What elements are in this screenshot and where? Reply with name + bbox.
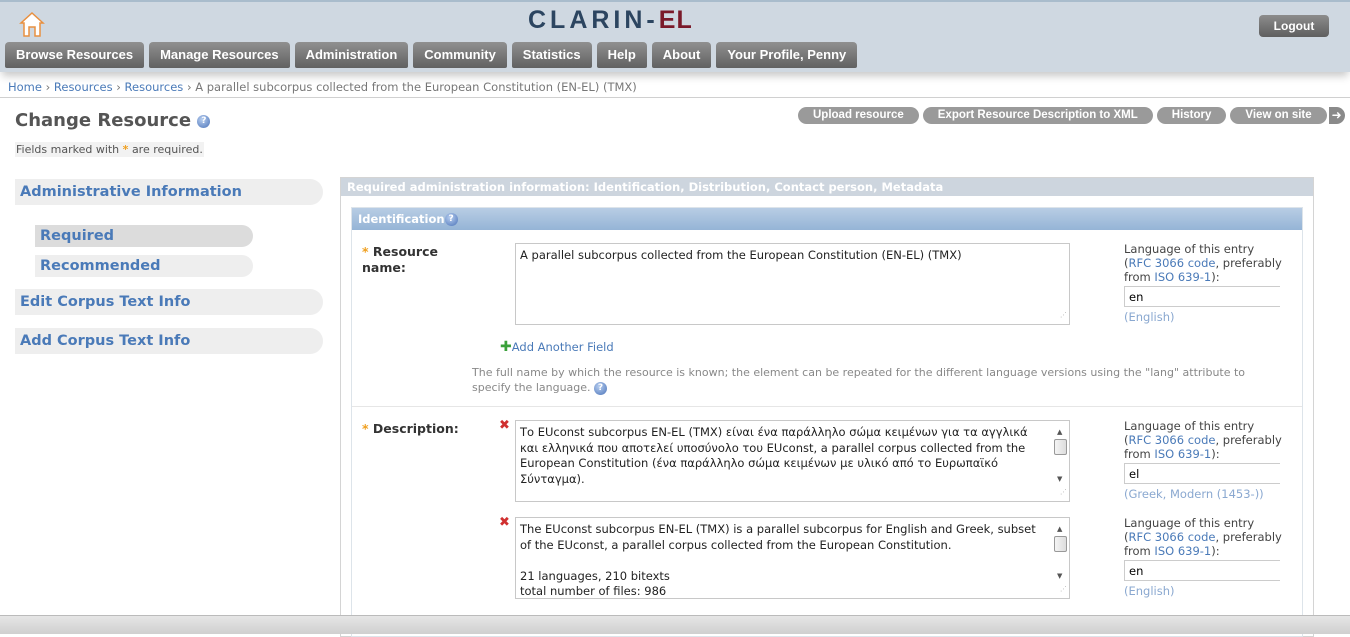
breadcrumb-home[interactable]: Home [8,80,42,94]
export-xml-button[interactable]: Export Resource Description to XML [922,107,1153,124]
add-another-field-link[interactable]: ✚Add Another Field [500,339,614,355]
plus-icon: ✚ [500,339,512,355]
taskbar [0,615,1350,634]
view-on-site-button[interactable]: View on site [1230,107,1327,124]
language-input[interactable] [1124,286,1280,307]
breadcrumb-separator: › [186,80,192,94]
nav-administration[interactable]: Administration [294,42,409,68]
nav-about[interactable]: About [651,42,712,68]
nav-profile[interactable]: Your Profile, Penny [716,42,858,68]
rfc-3066-link[interactable]: RFC 3066 code [1129,530,1216,544]
sidebar-item-add-corpus-text-info[interactable]: Add Corpus Text Info [15,328,323,354]
nav-community[interactable]: Community [413,42,507,68]
breadcrumb-resources[interactable]: Resources [54,80,113,94]
iso-639-1-link[interactable]: ISO 639-1 [1154,447,1211,461]
remove-icon[interactable]: ✖ [499,418,510,433]
language-field: Language of this entry (RFC 3066 code, p… [1124,419,1284,501]
iso-639-1-link[interactable]: ISO 639-1 [1154,544,1211,558]
language-field: Language of this entry (RFC 3066 code, p… [1124,516,1284,598]
breadcrumb-current: A parallel subcorpus collected from the … [195,80,637,94]
home-icon[interactable] [19,11,45,37]
upload-resource-button[interactable]: Upload resource [798,107,919,124]
history-button[interactable]: History [1156,107,1227,124]
main-nav: Browse Resources Manage Resources Admini… [5,42,858,68]
breadcrumb-separator: › [116,80,121,94]
nav-manage-resources[interactable]: Manage Resources [149,42,290,68]
description-textarea-el[interactable]: Το EUconst subcorpus EN-EL (TMX) είναι έ… [515,420,1070,502]
resource-name-textarea[interactable]: A parallel subcorpus collected from the … [515,243,1070,325]
divider [0,97,1350,98]
fieldset-header: Required administration information: Ide… [341,178,1313,196]
breadcrumb: Home › Resources › Resources › A paralle… [8,80,637,94]
sidebar-item-administrative-information[interactable]: Administrative Information [15,179,323,205]
arrow-right-icon[interactable]: ➜ [1326,107,1345,124]
page-title: Change Resource ? [15,110,211,131]
object-tools: Upload resource Export Resource Descript… [798,107,1345,124]
sidebar-item-recommended[interactable]: Recommended [35,255,253,277]
breadcrumb-resources-2[interactable]: Resources [125,80,184,94]
help-icon[interactable]: ? [594,381,608,395]
language-input[interactable] [1124,463,1280,484]
logout-button[interactable]: Logout [1259,15,1329,37]
breadcrumb-separator: › [45,80,51,94]
help-icon[interactable]: ? [444,213,458,226]
rfc-3066-link[interactable]: RFC 3066 code [1129,433,1216,447]
nav-statistics[interactable]: Statistics [511,42,592,68]
rfc-3066-link[interactable]: RFC 3066 code [1129,256,1216,270]
language-field: Language of this entry (RFC 3066 code, p… [1124,242,1284,324]
required-star-icon: * [122,143,129,156]
main-form: Required administration information: Ide… [340,177,1314,637]
description-label: * Description: [362,421,459,436]
language-name: (English) [1124,310,1175,324]
nav-browse-resources[interactable]: Browse Resources [5,42,145,68]
help-icon[interactable]: ? [197,114,211,128]
section-header: Identification? [352,208,1302,230]
sidebar-item-required[interactable]: Required [35,225,253,247]
language-name: (English) [1124,584,1175,598]
clarin-el-logo: CLARIN-EL [528,6,693,34]
sidebar-item-edit-corpus-text-info[interactable]: Edit Corpus Text Info [15,289,323,315]
site-header: CLARIN-EL Logout Browse Resources Manage… [0,0,1350,72]
divider [352,406,1302,407]
language-name: (Greek, Modern (1453-)) [1124,487,1264,501]
language-input[interactable] [1124,560,1280,581]
field-hint: The full name by which the resource is k… [472,366,1246,395]
description-textarea-en[interactable]: The EUconst subcorpus EN-EL (TMX) is a p… [515,517,1070,599]
remove-icon[interactable]: ✖ [499,515,510,530]
iso-639-1-link[interactable]: ISO 639-1 [1154,270,1211,284]
required-note: Fields marked with * are required. [15,142,204,157]
identification-section: Identification? * Resource name: A paral… [351,207,1303,637]
resource-name-label: * Resource name: [362,244,438,275]
nav-help[interactable]: Help [596,42,647,68]
